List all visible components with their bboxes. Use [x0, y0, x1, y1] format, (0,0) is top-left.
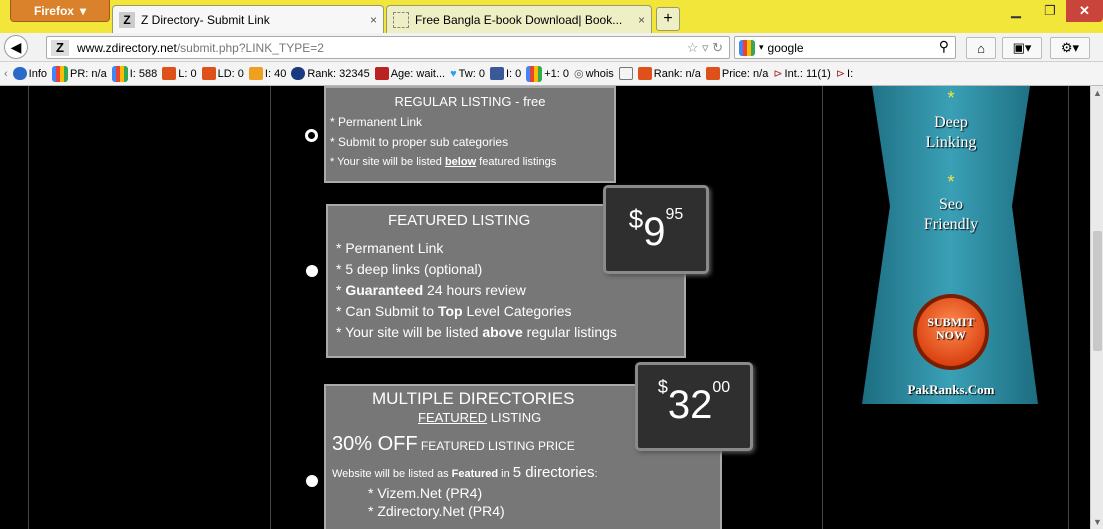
vertical-scrollbar[interactable]: ▲ ▼ [1090, 86, 1103, 529]
seo-info[interactable]: Info [12, 67, 47, 80]
tab-title: Free Bangla E-book Download| Book... [415, 12, 623, 27]
price-cents: 00 [712, 379, 731, 396]
seo-twitter[interactable]: ♥ Tw: 0 [450, 68, 485, 80]
price-currency: $ [628, 204, 644, 234]
search-icon[interactable]: ⚲ [939, 38, 949, 55]
addon-settings-icon[interactable]: ⚙▾ [1050, 37, 1090, 59]
regular-listing-box: REGULAR LISTING - free * Permanent Link … [324, 86, 616, 183]
now-label: NOW [936, 328, 966, 342]
ad-text: Friendly [923, 216, 979, 233]
submit-now-button[interactable]: SUBMIT NOW [913, 316, 989, 342]
search-input[interactable]: ▾ google ⚲ [734, 36, 956, 59]
price-currency: $ [657, 377, 668, 397]
seo-rank-na[interactable]: Rank: n/a [637, 67, 701, 80]
price-cents: 95 [665, 206, 684, 223]
google-icon[interactable] [739, 39, 755, 56]
url-host: www.zdirectory.net [77, 40, 177, 55]
featured-listing-radio[interactable] [306, 265, 318, 277]
firefox-menu-label: Firefox [33, 3, 74, 18]
close-tab-icon[interactable]: × [638, 13, 645, 27]
title-bar: Firefox ▾ Z Z Directory- Submit Link × F… [0, 0, 1103, 33]
chevron-down-icon: ▾ [79, 3, 87, 18]
multiple-directories-radio[interactable] [306, 475, 318, 487]
seo-internal-links[interactable]: ⊳ Int.: 11(1) [773, 67, 830, 81]
featured-listing-feature: * Your site will be listed above regular… [336, 324, 617, 340]
seo-google-plus[interactable]: +1: 0 [526, 65, 569, 82]
seo-external-links[interactable]: ⊳ I: [836, 67, 853, 81]
seo-whois[interactable]: ◎ whois [574, 67, 614, 81]
seo-toolbar: ‹ Info PR: n/a I: 588 L: 0 LD: 0 I: 40 R… [0, 62, 1103, 86]
search-value: google [767, 40, 804, 55]
bookmark-star-icon[interactable]: ☆ ▿ ↻ [687, 40, 723, 56]
bookmarks-menu-icon[interactable]: ▣▾ [1002, 37, 1042, 59]
seo-bing-index[interactable]: I: 40 [248, 67, 286, 80]
ad-star: * [947, 88, 955, 108]
seo-linking-domains[interactable]: LD: 0 [201, 67, 244, 80]
tab-bangla-ebook[interactable]: Free Bangla E-book Download| Book... × [386, 5, 652, 33]
pakranks-ad-banner[interactable]: * Deep Linking * Seo Friendly SUBMIT NOW… [862, 86, 1040, 404]
price-amount: 32 [667, 383, 713, 427]
regular-listing-feature: * Submit to proper sub categories [330, 135, 509, 149]
directory-item: * Vizem.Net (PR4) [368, 485, 483, 501]
regular-listing-title: REGULAR LISTING - free [394, 94, 546, 109]
seo-source-icon[interactable] [618, 67, 633, 80]
home-icon[interactable]: ⌂ [966, 37, 996, 59]
featured-listing-feature: * Guaranteed 24 hours review [336, 282, 526, 298]
url-path: /submit.php?LINK_TYPE=2 [176, 40, 324, 55]
ad-star: * [947, 172, 955, 192]
back-arrow-icon[interactable]: ◀ [4, 35, 28, 59]
featured-listing-feature: * Can Submit to Top Level Categories [336, 303, 572, 319]
page-favicon-icon [393, 11, 409, 28]
column-divider [1068, 86, 1069, 529]
url-bar[interactable]: Z www.zdirectory.net/submit.php?LINK_TYP… [46, 36, 730, 59]
column-divider [822, 86, 823, 529]
ad-text: Linking [925, 134, 977, 151]
column-divider [270, 86, 271, 529]
seo-links[interactable]: L: 0 [162, 67, 197, 80]
tab-z-directory[interactable]: Z Z Directory- Submit Link × [112, 5, 384, 33]
regular-listing-radio[interactable] [305, 129, 318, 142]
scroll-left-icon[interactable]: ‹ [4, 68, 8, 80]
ad-text: Seo [939, 196, 963, 213]
seo-alexa-rank[interactable]: Rank: 32345 [291, 67, 370, 80]
column-divider [28, 86, 29, 529]
new-tab-button[interactable]: + [656, 7, 680, 31]
seo-pagerank[interactable]: PR: n/a [52, 65, 107, 82]
scrollbar-thumb[interactable] [1093, 231, 1102, 351]
firefox-menu-button[interactable]: Firefox ▾ [10, 0, 110, 22]
close-tab-icon[interactable]: × [370, 13, 377, 27]
tab-title: Z Directory- Submit Link [141, 12, 270, 27]
scroll-up-icon[interactable]: ▲ [1093, 88, 1102, 98]
seo-facebook[interactable]: I: 0 [489, 67, 521, 80]
close-window-icon[interactable]: ✕ [1066, 0, 1103, 22]
scroll-down-icon[interactable]: ▼ [1093, 517, 1102, 527]
minimize-icon[interactable]: ▁ [1000, 0, 1032, 22]
multiple-directories-desc: Website will be listed as Featured in 5 … [332, 464, 598, 481]
seo-age[interactable]: Age: wait... [374, 67, 445, 80]
search-engine-dropdown-icon[interactable]: ▾ [759, 42, 764, 53]
regular-listing-feature: * Your site will be listed below feature… [330, 156, 557, 168]
price-amount: 9 [643, 210, 666, 254]
seo-google-index[interactable]: I: 588 [111, 65, 157, 82]
maximize-icon[interactable]: ❐ [1034, 0, 1066, 22]
multiple-price-badge: $ 32 00 [635, 362, 753, 451]
directory-item: * Zdirectory.Net (PR4) [368, 503, 505, 519]
navigation-bar: ◀ Z www.zdirectory.net/submit.php?LINK_T… [0, 33, 1103, 62]
seo-price[interactable]: Price: n/a [705, 67, 768, 80]
page-content: REGULAR LISTING - free * Permanent Link … [0, 86, 1090, 529]
ad-text: Deep [934, 114, 968, 131]
featured-price-badge: $ 9 95 [603, 185, 709, 274]
z-favicon-icon: Z [119, 11, 135, 28]
site-identity-icon[interactable]: Z [51, 39, 69, 56]
ad-brand: PakRanks.Com [907, 382, 995, 397]
regular-listing-feature: * Permanent Link [330, 115, 423, 129]
